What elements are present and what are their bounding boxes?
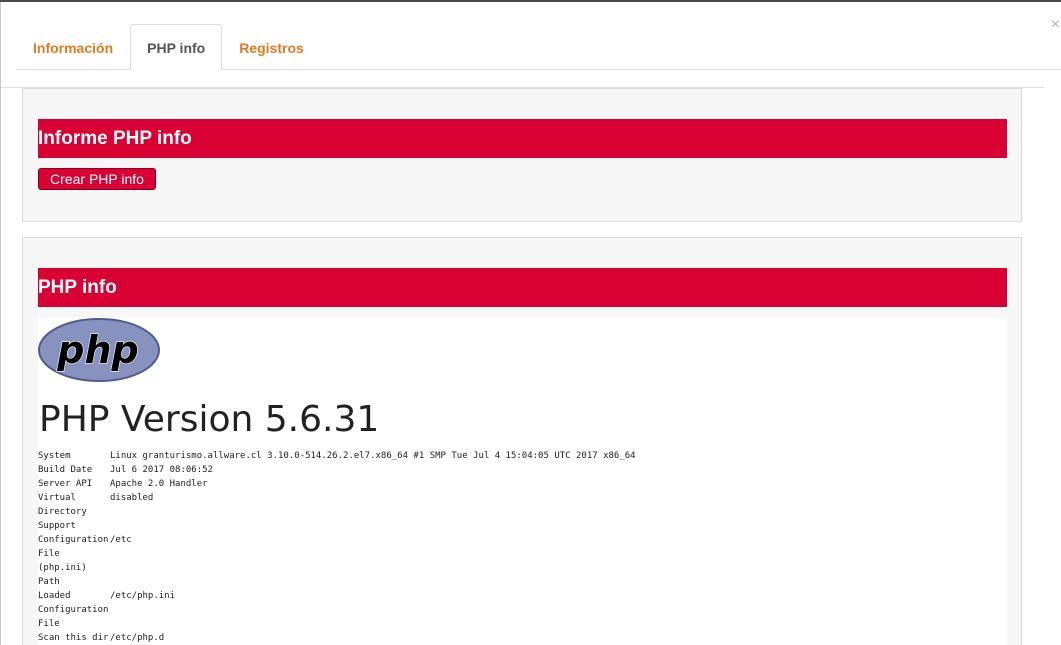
- row-key: System: [38, 451, 71, 461]
- table-row: System Linux granturismo.allware.cl 3.10…: [38, 449, 636, 463]
- table-row: Scan this dir /etc/php.d: [38, 631, 636, 645]
- tab-content: Informe PHP info Crear PHP info PHP info…: [1, 87, 1044, 645]
- row-value: /etc: [110, 535, 132, 545]
- table-row: Server API Apache 2.0 Handler: [38, 477, 636, 491]
- table-row: Configuration File (php.ini) Path /etc: [38, 533, 636, 589]
- report-panel-title: Informe PHP info: [38, 119, 1007, 158]
- tab-registros[interactable]: Registros: [222, 25, 321, 69]
- php-info-table: System Linux granturismo.allware.cl 3.10…: [38, 449, 636, 645]
- row-key: Configuration File (php.ini) Path: [38, 535, 109, 587]
- row-key: Scan this dir: [38, 633, 109, 643]
- php-info-panel-title: PHP info: [38, 268, 1007, 307]
- php-logo: php: [38, 318, 160, 382]
- create-php-info-button[interactable]: Crear PHP info: [38, 168, 156, 190]
- table-row: Loaded Configuration File /etc/php.ini: [38, 589, 636, 631]
- table-row: Virtual Directory Support disabled: [38, 491, 636, 533]
- row-value: Linux granturismo.allware.cl 3.10.0-514.…: [110, 451, 636, 461]
- modal-dialog: × Información PHP info Registros Informe…: [0, 2, 1061, 645]
- row-value: disabled: [110, 493, 154, 503]
- php-logo-text: php: [56, 328, 138, 372]
- row-value: /etc/php.d: [110, 633, 165, 643]
- row-key: Loaded Configuration File: [38, 591, 109, 629]
- tab-bar: Información PHP info Registros: [16, 22, 1061, 70]
- report-panel: Informe PHP info Crear PHP info: [22, 88, 1022, 222]
- row-value: Apache 2.0 Handler: [110, 479, 208, 489]
- php-version: PHP Version 5.6.31: [39, 399, 380, 440]
- php-info-output: php PHP Version 5.6.31 System Linux gran…: [38, 317, 1007, 645]
- tab-php-info[interactable]: PHP info: [130, 24, 223, 70]
- row-value: /etc/php.ini: [110, 591, 176, 601]
- row-key: Server API: [38, 479, 93, 489]
- php-info-panel: PHP info php PHP Version 5.6.31 System L…: [22, 237, 1022, 645]
- row-key: Virtual Directory Support: [38, 493, 87, 531]
- table-row: Build Date Jul 6 2017 08:06:52: [38, 463, 636, 477]
- row-key: Build Date: [38, 465, 93, 475]
- row-value: Jul 6 2017 08:06:52: [110, 465, 213, 475]
- tab-informacion[interactable]: Información: [16, 25, 130, 69]
